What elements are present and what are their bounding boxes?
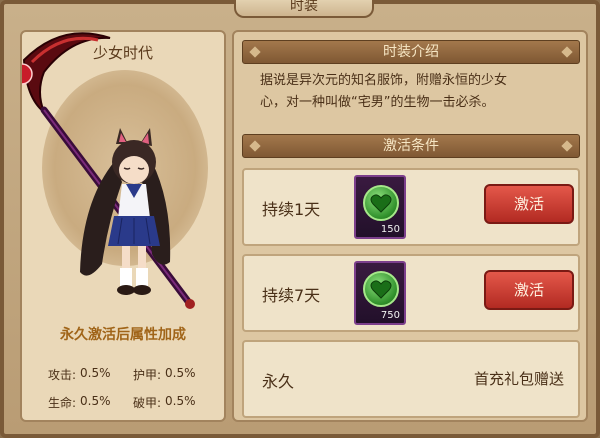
character-panel: 少女时代 永久激活后属性加成 攻击: 0.5% 护甲: 0.5% 生命: 0.5… xyxy=(20,30,226,422)
stat-armor: 护甲: 0.5% xyxy=(133,365,196,382)
costume-description: 据说是异次元的知名服饰，附赠永恒的少女 心，对一种叫做“宅男”的生物一击必杀。 xyxy=(260,73,508,110)
duration-label: 永久 xyxy=(262,372,295,391)
scythe-icon xyxy=(22,32,111,116)
item-quantity: 150 xyxy=(380,224,400,235)
conditions-header: 激活条件 xyxy=(242,134,580,158)
condition-row-permanent: 永久 首充礼包赠送 xyxy=(242,340,580,418)
item-quantity: 750 xyxy=(380,310,400,321)
condition-row-1day: 持续1天 150 激活 xyxy=(242,168,580,246)
activate-button-1day[interactable]: 激活 xyxy=(484,184,574,224)
cost-item-slot[interactable]: 150 xyxy=(354,175,406,239)
info-panel: 时装介绍 据说是异次元的知名服饰，附赠永恒的少女 心，对一种叫做“宅男”的生物一… xyxy=(232,30,588,422)
stats-grid: 攻击: 0.5% 护甲: 0.5% 生命: 0.5% 破甲: 0.5% xyxy=(48,360,218,416)
activate-button-7day[interactable]: 激活 xyxy=(484,270,574,310)
stat-health: 生命: 0.5% xyxy=(48,393,111,410)
stat-attack: 攻击: 0.5% xyxy=(48,365,111,382)
cost-item-slot[interactable]: 750 xyxy=(354,261,406,325)
intro-header: 时装介绍 xyxy=(242,40,580,64)
green-heart-coin-icon xyxy=(363,271,399,307)
first-recharge-gift-note: 首充礼包赠送 xyxy=(473,370,564,388)
green-heart-coin-icon xyxy=(363,185,399,221)
character-preview xyxy=(22,32,195,309)
duration-label: 持续7天 xyxy=(262,286,321,305)
stat-armor-break: 破甲: 0.5% xyxy=(133,393,196,410)
permanent-bonus-title: 永久激活后属性加成 xyxy=(60,327,186,343)
condition-row-7day: 持续7天 750 激活 xyxy=(242,254,580,332)
duration-label: 持续1天 xyxy=(262,200,321,219)
window-title-tab: 时装 xyxy=(234,0,374,18)
